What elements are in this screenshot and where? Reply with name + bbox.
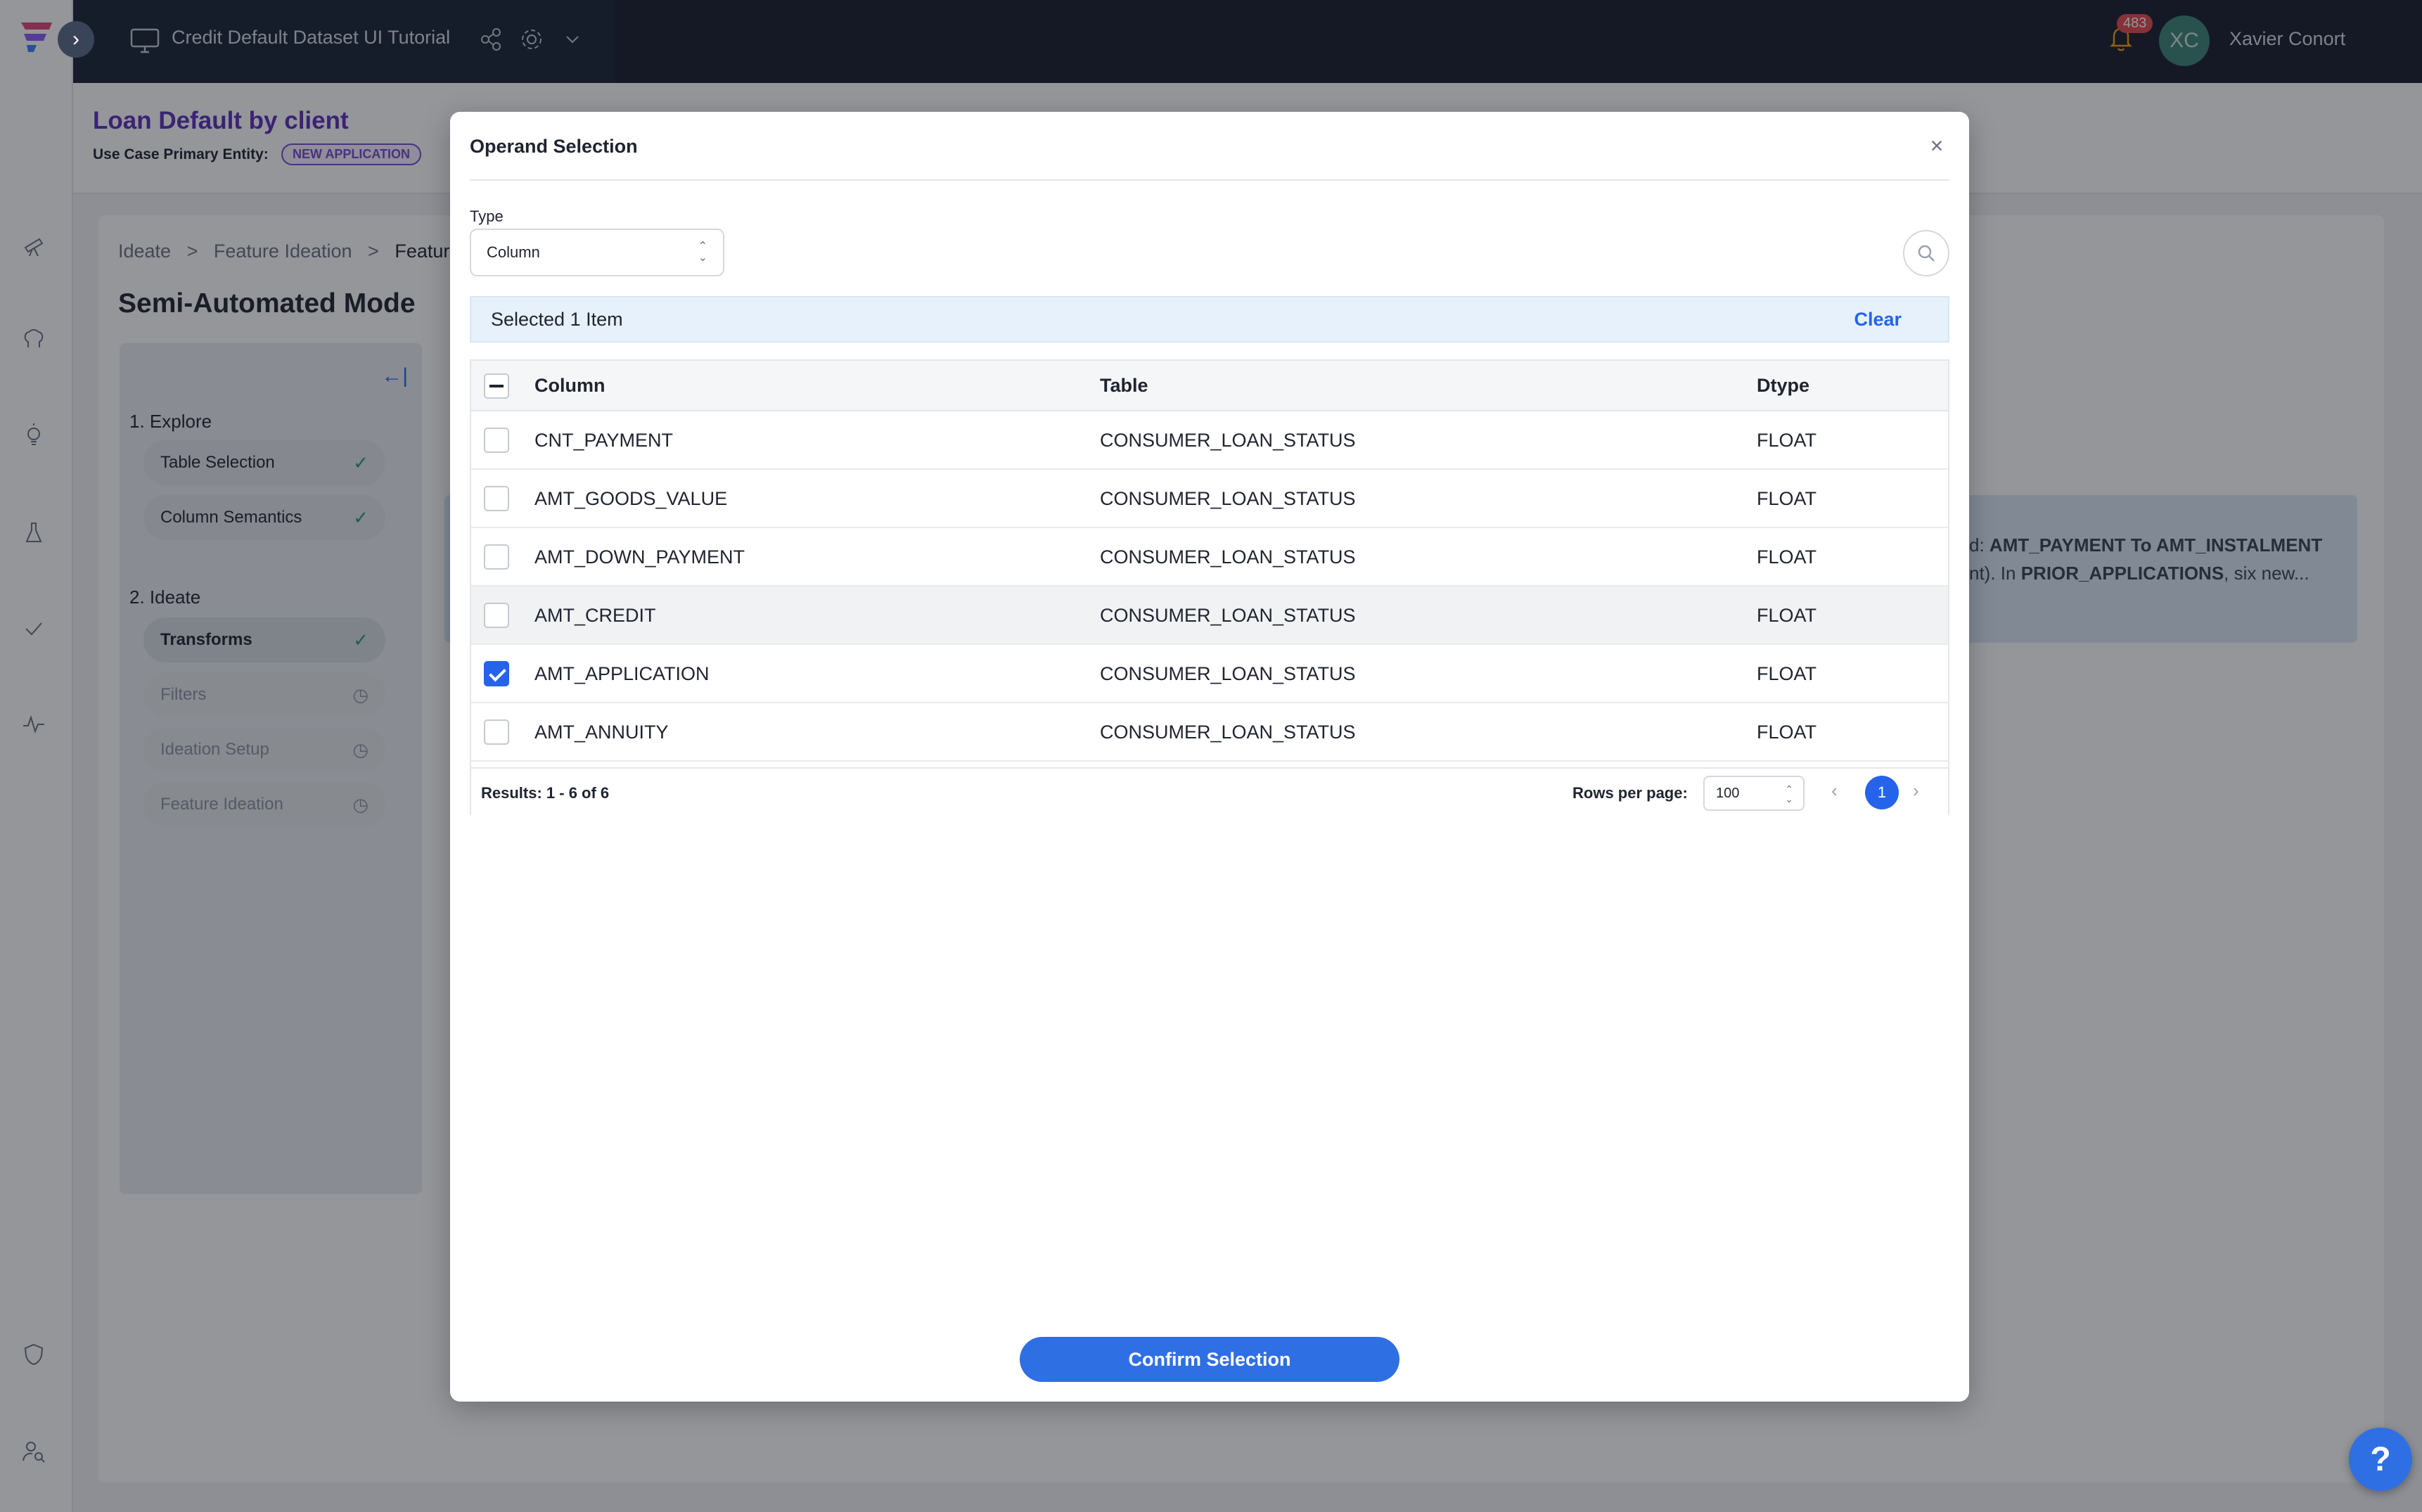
clear-selection-link[interactable]: Clear (1854, 309, 1902, 331)
cell-column: AMT_APPLICATION (534, 663, 710, 684)
type-select-value: Column (487, 243, 540, 261)
cell-table: CONSUMER_LOAN_STATUS (1100, 430, 1356, 451)
cell-table: CONSUMER_LOAN_STATUS (1100, 605, 1356, 626)
cell-dtype: FLOAT (1757, 430, 1817, 451)
table-row[interactable]: AMT_GOODS_VALUE CONSUMER_LOAN_STATUS FLO… (471, 470, 1948, 528)
next-page-icon[interactable]: › (1913, 780, 1919, 802)
column-header-column[interactable]: Column (534, 375, 606, 397)
cell-dtype: FLOAT (1757, 546, 1817, 568)
table-row[interactable]: AMT_APPLICATION CONSUMER_LOAN_STATUS FLO… (471, 645, 1948, 703)
row-checkbox[interactable] (484, 428, 509, 453)
table-footer: Results: 1 - 6 of 6 Rows per page: 100 ⌃… (471, 767, 1948, 815)
rows-per-page-value: 100 (1716, 785, 1740, 801)
confirm-selection-button[interactable]: Confirm Selection (1020, 1337, 1399, 1382)
cell-column: AMT_ANNUITY (534, 722, 669, 743)
table-row[interactable]: CNT_PAYMENT CONSUMER_LOAN_STATUS FLOAT (471, 411, 1948, 470)
row-checkbox[interactable] (484, 544, 509, 570)
divider (470, 179, 1949, 181)
modal-title: Operand Selection (470, 136, 638, 157)
cell-dtype: FLOAT (1757, 722, 1817, 743)
cell-column: AMT_GOODS_VALUE (534, 488, 728, 509)
help-button[interactable]: ? (2349, 1428, 2412, 1491)
rows-per-page-label: Rows per page: (1572, 784, 1688, 802)
previous-page-icon[interactable]: ‹ (1831, 780, 1838, 802)
results-count: Results: 1 - 6 of 6 (481, 784, 610, 802)
search-button[interactable] (1903, 230, 1949, 276)
cell-dtype: FLOAT (1757, 605, 1817, 626)
up-down-chevron-icon: ⌃ ⌄ (698, 241, 707, 264)
expand-sidebar-button[interactable]: › (58, 21, 94, 58)
cell-dtype: FLOAT (1757, 488, 1817, 509)
current-page-button[interactable]: 1 (1865, 776, 1899, 809)
table-header: Column Table Dtype (471, 361, 1948, 411)
cell-column: AMT_CREDIT (534, 605, 656, 626)
row-checkbox-checked[interactable] (484, 661, 509, 686)
close-icon[interactable]: × (1924, 133, 1949, 158)
search-icon (1918, 245, 1935, 262)
selected-count-text: Selected 1 Item (491, 308, 623, 330)
type-select[interactable]: Column ⌃ ⌄ (470, 229, 724, 276)
table-row[interactable]: AMT_DOWN_PAYMENT CONSUMER_LOAN_STATUS FL… (471, 528, 1948, 587)
operand-table: Column Table Dtype CNT_PAYMENT CONSUMER_… (470, 359, 1949, 815)
row-checkbox[interactable] (484, 486, 509, 511)
cell-column: AMT_DOWN_PAYMENT (534, 546, 745, 568)
type-label: Type (470, 207, 504, 225)
cell-dtype: FLOAT (1757, 663, 1817, 684)
up-down-chevron-icon: ⌃ ⌄ (1785, 783, 1793, 805)
operand-selection-modal: Operand Selection × Type Column ⌃ ⌄ Selec… (450, 112, 1969, 1402)
cell-table: CONSUMER_LOAN_STATUS (1100, 488, 1356, 509)
table-row[interactable]: AMT_CREDIT CONSUMER_LOAN_STATUS FLOAT (471, 587, 1948, 645)
cell-table: CONSUMER_LOAN_STATUS (1100, 546, 1356, 568)
select-all-checkbox[interactable] (484, 373, 509, 399)
column-header-dtype[interactable]: Dtype (1757, 375, 1809, 397)
row-checkbox[interactable] (484, 719, 509, 745)
column-header-table[interactable]: Table (1100, 375, 1148, 397)
cell-table: CONSUMER_LOAN_STATUS (1100, 722, 1356, 743)
cell-column: CNT_PAYMENT (534, 430, 674, 451)
selection-bar: Selected 1 Item Clear (470, 296, 1949, 342)
rows-per-page-select[interactable]: 100 ⌃ ⌄ (1703, 776, 1805, 811)
table-row[interactable]: AMT_ANNUITY CONSUMER_LOAN_STATUS FLOAT (471, 703, 1948, 762)
cell-table: CONSUMER_LOAN_STATUS (1100, 663, 1356, 684)
row-checkbox[interactable] (484, 603, 509, 628)
